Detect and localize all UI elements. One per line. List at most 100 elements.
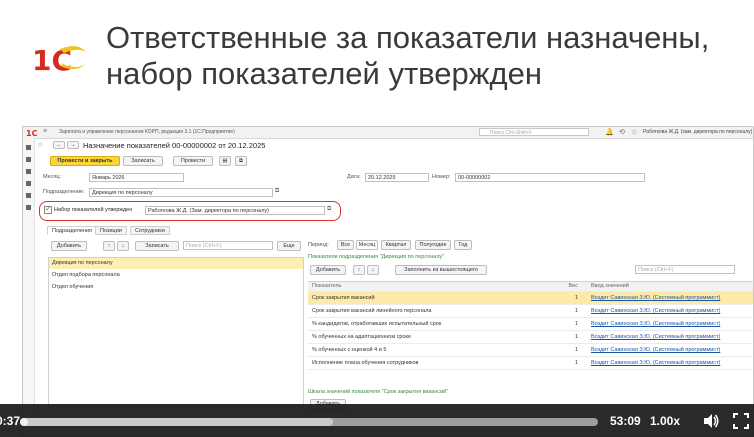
slide-title: Ответственные за показатели назначены, н…: [106, 20, 754, 92]
post-button[interactable]: Провести: [173, 156, 213, 166]
more-button[interactable]: Еще: [277, 241, 301, 251]
fullscreen-icon[interactable]: [732, 412, 750, 430]
tab-employees[interactable]: Сотрудники: [130, 226, 170, 235]
cell-indicator: % обученных с оценкой 4 и 5: [312, 347, 387, 353]
list-item[interactable]: Отдел подбора персонала: [49, 270, 303, 281]
home-icon[interactable]: [26, 145, 31, 150]
bell-icon[interactable]: 🔔: [605, 128, 614, 136]
document-title: Назначение показателей 00-00000002 от 20…: [83, 141, 266, 150]
favorite-icon[interactable]: ☆: [37, 141, 43, 149]
number-field[interactable]: 00-00000002: [455, 173, 645, 182]
global-search-input[interactable]: Поиск Ctrl+Shift+F: [479, 128, 589, 136]
tab-departments[interactable]: Подразделения: [47, 226, 97, 235]
settings-icon[interactable]: [26, 205, 31, 210]
approved-label: Набор показателей утвержден: [54, 207, 133, 213]
add-indicator-button[interactable]: Добавить: [310, 265, 346, 275]
month-field[interactable]: Январь 2026: [89, 173, 184, 182]
period-quarter[interactable]: Квартал: [381, 240, 411, 250]
cell-weight: 1: [574, 308, 578, 314]
cell-weight: 1: [574, 321, 578, 327]
open-icon[interactable]: ⧉: [275, 188, 279, 195]
department-field[interactable]: Дирекция по персоналу: [89, 188, 273, 197]
move-down-icon[interactable]: ↓: [117, 241, 129, 251]
indicators-section-title: Показатели подразделения "Дирекция по пе…: [308, 254, 445, 260]
back-arrow-icon[interactable]: ←: [53, 141, 65, 149]
cell-input-link[interactable]: Воздит Савинская З.Ю. (Системный програм…: [591, 318, 720, 330]
left-search-input[interactable]: Поиск (Ctrl+F): [183, 241, 273, 250]
1c-logo: 1С: [32, 44, 86, 77]
playback-speed[interactable]: 1.00x: [650, 414, 680, 428]
cell-weight: 1: [574, 295, 578, 301]
number-label: Номер:: [432, 174, 451, 180]
cell-indicator: Срок закрытия вакансий: [312, 295, 375, 301]
list-item[interactable]: Отдел обучения: [49, 282, 303, 293]
cell-input-link[interactable]: Воздит Савинская З.Ю. (Системный програм…: [591, 344, 720, 356]
column-input: Ввод значений: [591, 283, 629, 289]
table-row[interactable]: % обученных на адаптационном сроке 1 Воз…: [308, 331, 753, 344]
history-icon[interactable]: ⟲: [619, 128, 625, 136]
elapsed-time: 0:37: [0, 414, 21, 428]
section-panel: [23, 138, 35, 436]
attach-icon[interactable]: ⧉: [235, 156, 247, 166]
cell-input-link[interactable]: Воздит Савинская З.Ю. (Системный програм…: [591, 357, 720, 369]
seek-bar[interactable]: [20, 418, 598, 426]
forward-arrow-icon[interactable]: →: [67, 141, 79, 149]
title-bar: 1С ≡ Зарплата и управление персоналом КО…: [23, 127, 753, 139]
reports-icon[interactable]: [26, 193, 31, 198]
indicator-down-icon[interactable]: ↓: [367, 265, 379, 275]
department-label: Подразделение:: [43, 189, 85, 195]
buffered-range: [20, 418, 333, 426]
list-item[interactable]: Дирекция по персоналу: [49, 258, 303, 269]
department-list: Дирекция по персоналу Отдел подбора перс…: [48, 257, 304, 407]
slide-title-line2: набор показателей утвержден: [106, 56, 542, 91]
table-row[interactable]: % обученных с оценкой 4 и 5 1 Воздит Сав…: [308, 344, 753, 357]
payroll-icon[interactable]: [26, 181, 31, 186]
add-department-button[interactable]: Добавить: [51, 241, 87, 251]
app-logo-icon: 1С: [26, 129, 38, 137]
cell-indicator: Срок закрытия вакансий линейного персона…: [312, 308, 432, 314]
indicator-up-icon[interactable]: ↑: [353, 265, 365, 275]
volume-icon[interactable]: [702, 412, 720, 430]
current-user[interactable]: Работкова Ж.Д. (зам. директора по персон…: [643, 129, 752, 135]
star-icon[interactable]: ☆: [631, 128, 637, 136]
scale-section-title: Шкала значений показателя "Срок закрытия…: [308, 389, 449, 395]
menu-icon[interactable]: ≡: [43, 128, 47, 135]
cell-weight: 1: [574, 360, 578, 366]
table-row[interactable]: Срок закрытия вакансий 1 Воздит Савинска…: [308, 292, 753, 305]
date-field[interactable]: 20.12.2025: [365, 173, 429, 182]
save-button[interactable]: Записать: [123, 156, 163, 166]
cell-input-link[interactable]: Воздит Савинская З.Ю. (Системный програм…: [591, 292, 720, 304]
save-list-button[interactable]: Записать: [135, 241, 179, 251]
indicator-search-input[interactable]: Поиск (Ctrl+F): [635, 265, 735, 274]
table-row[interactable]: % кандидатов, отработавших испытательный…: [308, 318, 753, 331]
tab-positions[interactable]: Позиции: [95, 226, 127, 235]
period-year[interactable]: Год: [454, 240, 472, 250]
cell-input-link[interactable]: Воздит Савинская З.Ю. (Системный програм…: [591, 331, 720, 343]
table-row[interactable]: Срок закрытия вакансий линейного персона…: [308, 305, 753, 318]
post-and-close-button[interactable]: Провести и закрыть: [50, 156, 120, 166]
cell-input-link[interactable]: Воздит Савинская З.Ю. (Системный програм…: [591, 305, 720, 317]
employees-icon[interactable]: [26, 169, 31, 174]
played-range: [20, 418, 28, 426]
cell-weight: 1: [574, 334, 578, 340]
fill-from-parent-button[interactable]: Заполнить из вышестоящего: [395, 265, 487, 275]
slide-title-line1: Ответственные за показатели назначены,: [106, 20, 710, 55]
sections-icon[interactable]: [26, 157, 31, 162]
app-window: 1С ≡ Зарплата и управление персоналом КО…: [22, 126, 754, 437]
cell-indicator: % обученных на адаптационном сроке: [312, 334, 412, 340]
move-up-icon[interactable]: ↑: [103, 241, 115, 251]
table-row[interactable]: Исполнение плана обучения сотрудников 1 …: [308, 357, 753, 370]
period-all[interactable]: Все: [337, 240, 354, 250]
approved-checkbox[interactable]: ✓: [44, 206, 52, 214]
period-label: Период:: [308, 242, 329, 248]
print-icon[interactable]: ▤: [219, 156, 231, 166]
column-weight: Вес: [568, 283, 578, 289]
month-label: Месяц:: [43, 174, 62, 180]
approved-by-field[interactable]: Работкова Ж.Д. (Зам. директора по персон…: [145, 206, 325, 215]
period-month[interactable]: Месяц: [356, 240, 378, 250]
approved-open-icon[interactable]: ⧉: [327, 206, 331, 213]
cell-indicator: % кандидатов, отработавших испытательный…: [312, 321, 442, 327]
period-halfyear[interactable]: Полугодие: [415, 240, 451, 250]
date-label: Дата:: [347, 174, 361, 180]
svg-text:1С: 1С: [26, 129, 38, 137]
